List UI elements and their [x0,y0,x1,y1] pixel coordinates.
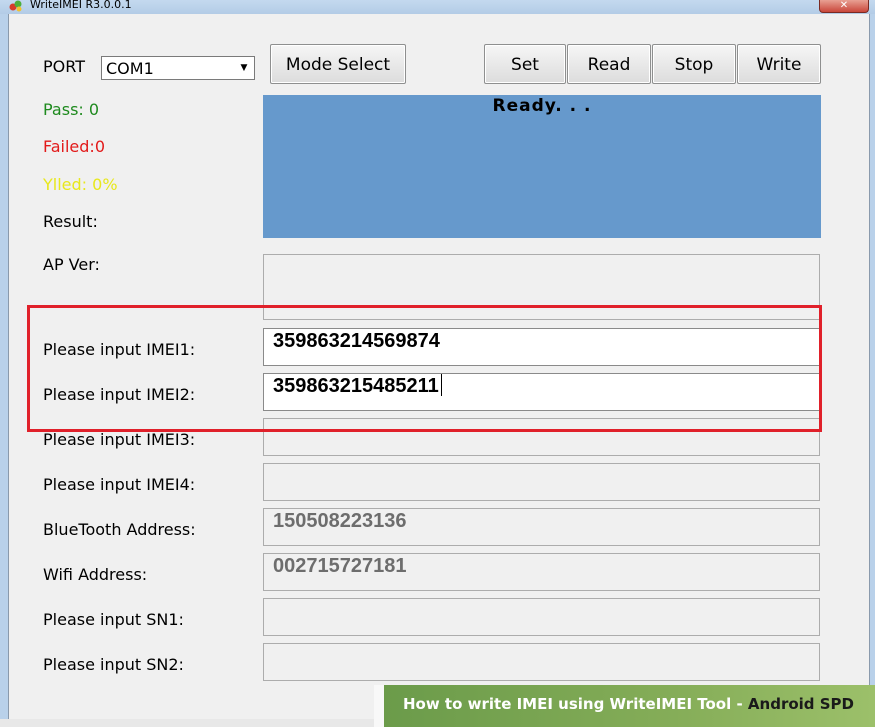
ap-ver-label: AP Ver: [43,255,100,274]
port-select[interactable]: COM1 ▼ [101,56,255,80]
pass-count: Pass: 0 [43,100,100,119]
imei2-value: 359863215485211 [273,375,439,397]
ap-ver-field [263,254,820,320]
caption-bold: Android SPD [747,695,854,713]
write-button[interactable]: Write [737,44,821,84]
imei4-label: Please input IMEI4: [43,475,196,494]
set-button[interactable]: Set [484,44,566,84]
imei1-label: Please input IMEI1: [43,340,196,359]
stop-button[interactable]: Stop [652,44,736,84]
result-label: Result: [43,212,98,231]
sn2-field [263,643,820,681]
sn1-field [263,598,820,636]
wifi-field: 002715727181 [263,553,820,591]
close-button[interactable]: ✕ [819,0,869,13]
main-panel: PORT COM1 ▼ Mode Select Set Read Stop Wr… [8,14,870,727]
bluetooth-label: BlueTooth Address: [43,520,196,539]
title-bar: WriteIMEI R3.0.0.1 ✕ [0,0,875,14]
status-text: Ready. . . [492,96,592,116]
port-label: PORT [43,57,85,76]
sn1-label: Please input SN1: [43,610,184,629]
imei2-label: Please input IMEI2: [43,385,196,404]
imei2-input[interactable]: 359863215485211 [263,373,820,411]
status-panel: Ready. . . [263,95,821,238]
window-title: WriteIMEI R3.0.0.1 [30,0,132,11]
imei1-value: 359863214569874 [273,330,440,352]
chevron-down-icon[interactable]: ▼ [236,59,252,77]
imei4-field [263,463,820,501]
text-caret [440,374,442,396]
imei3-label: Please input IMEI3: [43,430,196,449]
caption-main: How to write IMEI using WriteIMEI Tool - [402,695,748,713]
sn2-label: Please input SN2: [43,655,184,674]
wifi-label: Wifi Address: [43,565,148,584]
mode-select-button[interactable]: Mode Select [270,44,406,84]
read-button[interactable]: Read [567,44,651,84]
yield-percent: Ylled: 0% [43,175,118,194]
app-logo-icon [9,0,22,12]
bluetooth-field: 150508223136 [263,508,820,546]
bottom-strip [0,719,374,727]
port-select-value: COM1 [106,59,154,78]
caption-text: How to write IMEI using WriteIMEI Tool -… [374,695,854,713]
failed-count: Failed:0 [43,137,105,156]
imei3-field [263,418,820,456]
caption-banner: How to write IMEI using WriteIMEI Tool -… [374,685,875,727]
imei1-input[interactable]: 359863214569874 [263,328,820,366]
